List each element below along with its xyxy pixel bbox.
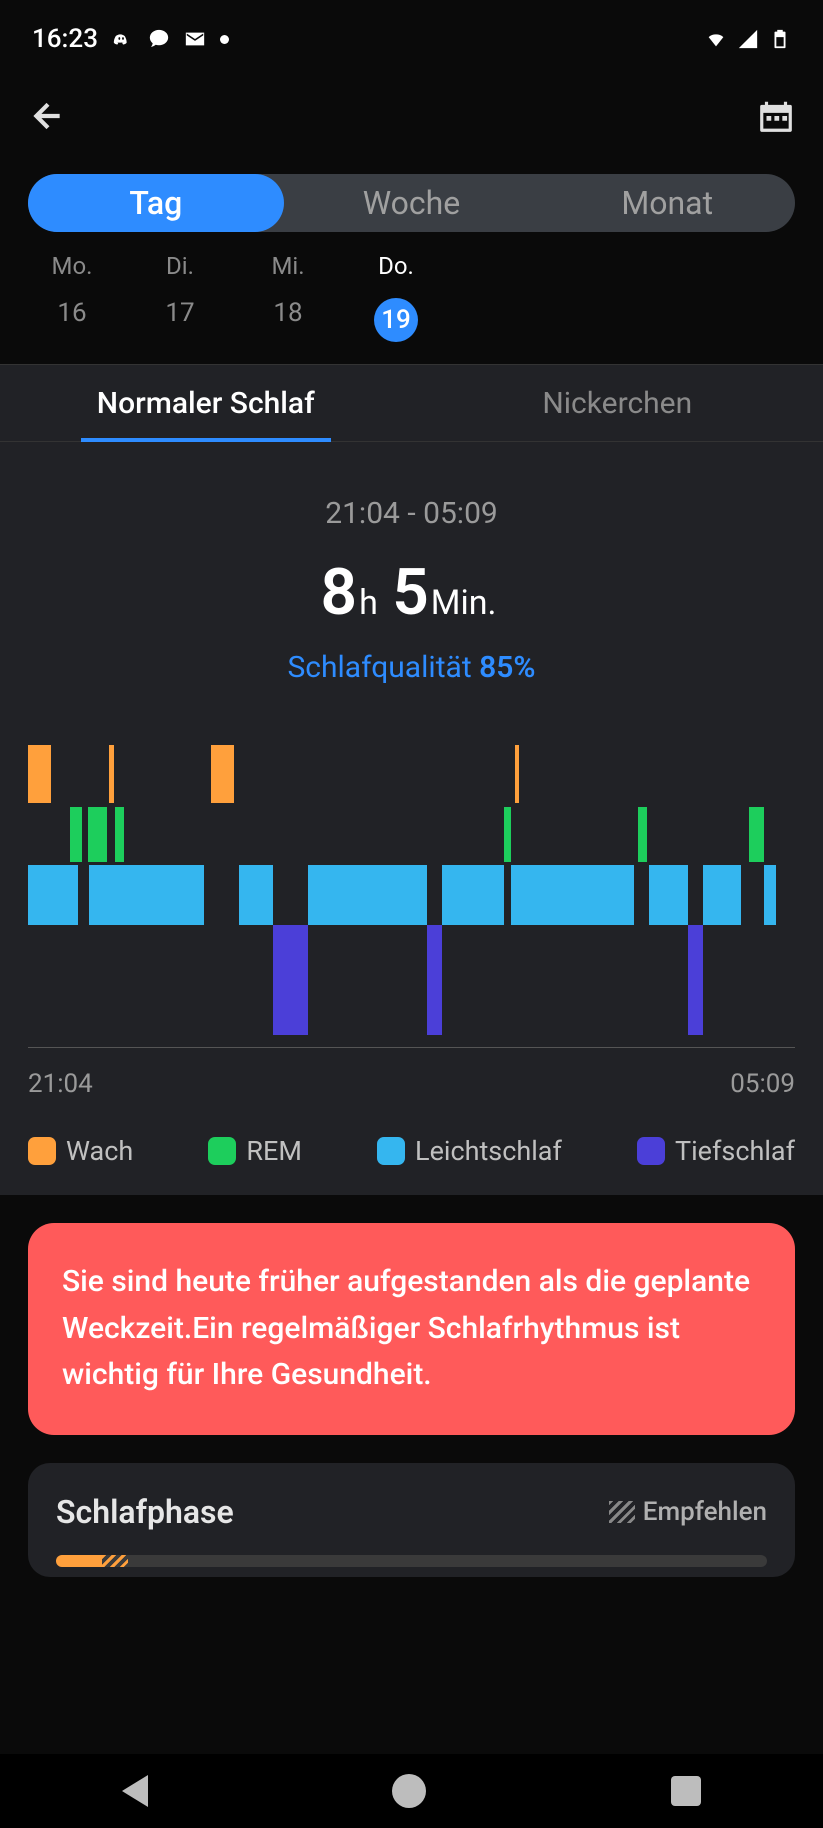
chart-segment-deep <box>427 925 442 1035</box>
phase-progress-bar <box>56 1555 767 1567</box>
chart-segment-light <box>764 865 776 925</box>
status-bar: 16:23 <box>0 0 823 78</box>
system-nav-bar <box>0 1754 823 1828</box>
legend-rem: REM <box>208 1135 302 1167</box>
status-right <box>705 28 791 50</box>
day-number: 18 <box>273 298 302 328</box>
tab-normal-sleep[interactable]: Normaler Schlaf <box>0 365 412 441</box>
battery-icon <box>769 28 791 50</box>
legend-deep: Tiefschlaf <box>637 1135 795 1167</box>
sleep-quality[interactable]: Schlafqualität 85% <box>0 650 823 685</box>
swatch-deep <box>637 1137 665 1165</box>
chart-segment-rem <box>638 807 647 862</box>
chart-legend: Wach REM Leichtschlaf Tiefschlaf <box>28 1099 795 1195</box>
chart-segment-light <box>649 865 687 925</box>
segment-day[interactable]: Tag <box>28 174 284 232</box>
discord-icon <box>112 28 134 50</box>
calendar-icon <box>757 97 795 135</box>
chart-segment-deep <box>688 925 703 1035</box>
phase-title: Schlafphase <box>56 1493 234 1531</box>
chart-segment-light <box>28 865 78 925</box>
sleep-summary: 21:04 - 05:09 8h 5Min. Schlafqualität 85… <box>0 442 823 717</box>
chart-time-labels: 21:04 05:09 <box>28 1069 795 1099</box>
sleep-tabs: Normaler Schlaf Nickerchen <box>0 364 823 442</box>
chart-segment-wake <box>211 745 234 803</box>
weekday-label: Mo. <box>52 252 93 280</box>
mail-icon <box>184 28 206 50</box>
more-dot-icon <box>220 35 229 44</box>
weekday-label: Do. <box>378 252 414 280</box>
day-thu[interactable]: Do. 19 <box>342 252 450 342</box>
phase-recommend: Empfehlen <box>609 1497 767 1527</box>
legend-light: Leichtschlaf <box>377 1135 562 1167</box>
chart-segment-deep <box>273 925 308 1035</box>
day-number: 17 <box>165 298 194 328</box>
nav-back-button[interactable] <box>122 1775 148 1807</box>
day-tue[interactable]: Di. 17 <box>126 252 234 342</box>
chart-segment-light <box>308 865 427 925</box>
status-left: 16:23 <box>32 24 229 54</box>
chart-segment-light <box>511 865 634 925</box>
chart-segment-rem <box>504 807 512 862</box>
chart-segment-rem <box>70 807 82 862</box>
sleep-duration: 8h 5Min. <box>0 555 823 630</box>
day-number: 16 <box>57 298 86 328</box>
phase-bar-hatch <box>102 1555 128 1567</box>
chat-icon <box>148 28 170 50</box>
tab-nap[interactable]: Nickerchen <box>412 365 823 441</box>
chart-segment-rem <box>88 807 107 862</box>
chart-segment-wake <box>109 745 114 803</box>
hatch-icon <box>609 1501 635 1523</box>
weekday-label: Di. <box>166 252 194 280</box>
weekday-label: Mi. <box>271 252 304 280</box>
chart-segment-light <box>89 865 204 925</box>
chart-segment-rem <box>749 807 764 862</box>
sleep-phase-card[interactable]: Schlafphase Empfehlen <box>28 1463 795 1577</box>
chart-segment-rem <box>115 807 124 862</box>
calendar-button[interactable] <box>757 97 795 139</box>
arrow-left-icon <box>28 96 68 136</box>
app-header <box>0 78 823 158</box>
sleep-chart-section: 21:04 05:09 Wach REM Leichtschlaf Tiefsc… <box>0 717 823 1195</box>
chart-axis <box>28 1047 795 1048</box>
swatch-wake <box>28 1137 56 1165</box>
chart-segment-light <box>442 865 503 925</box>
phase-card-header: Schlafphase Empfehlen <box>56 1493 767 1531</box>
chart-segment-light <box>239 865 274 925</box>
legend-wake: Wach <box>28 1135 133 1167</box>
status-time: 16:23 <box>32 24 98 54</box>
day-strip: Mo. 16 Di. 17 Mi. 18 Do. 19 <box>0 252 823 364</box>
swatch-light <box>377 1137 405 1165</box>
period-segmented-control: Tag Woche Monat <box>28 174 795 232</box>
chart-segment-wake <box>28 745 51 803</box>
sleep-stage-chart[interactable] <box>28 745 795 1055</box>
nav-home-button[interactable] <box>392 1774 426 1808</box>
chart-start-label: 21:04 <box>28 1069 93 1099</box>
segment-month[interactable]: Monat <box>539 174 795 232</box>
day-number: 19 <box>374 298 418 342</box>
chart-segment-wake <box>515 745 519 803</box>
segment-week[interactable]: Woche <box>284 174 540 232</box>
day-mon[interactable]: Mo. 16 <box>18 252 126 342</box>
signal-icon <box>737 28 759 50</box>
day-wed[interactable]: Mi. 18 <box>234 252 342 342</box>
nav-recent-button[interactable] <box>671 1776 701 1806</box>
chart-end-label: 05:09 <box>730 1069 795 1099</box>
chart-segment-light <box>703 865 741 925</box>
sleep-time-range: 21:04 - 05:09 <box>0 496 823 531</box>
phase-bar-fill <box>56 1555 102 1567</box>
back-button[interactable] <box>28 96 68 140</box>
tip-card[interactable]: Sie sind heute früher aufgestanden als d… <box>28 1223 795 1435</box>
swatch-rem <box>208 1137 236 1165</box>
wifi-icon <box>705 28 727 50</box>
